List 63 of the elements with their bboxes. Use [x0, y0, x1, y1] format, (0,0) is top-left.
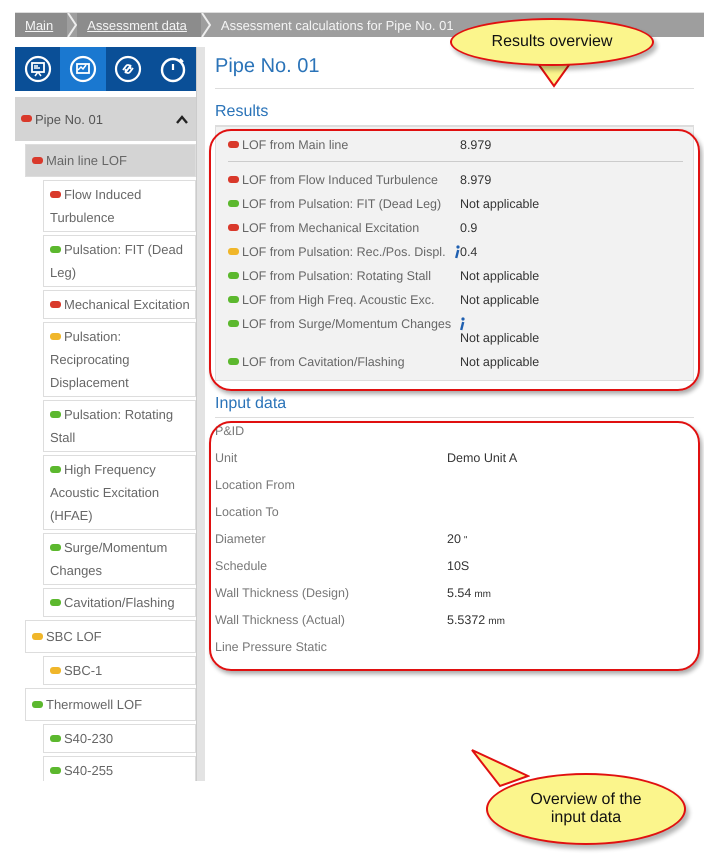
field-label: Unit	[215, 451, 238, 465]
result-value: Not applicable	[460, 269, 540, 283]
result-label: LOF from Main line	[242, 138, 348, 152]
tree-item[interactable]: Pulsation: FIT (Dead Leg)	[43, 235, 196, 287]
field-value: Demo Unit A	[447, 451, 518, 465]
link-icon	[114, 55, 142, 83]
field-value: 10S	[447, 559, 470, 573]
field-value: 5.5372 mm	[447, 613, 505, 627]
result-label: LOF from Pulsation: Rotating Stall	[242, 269, 431, 283]
tree-item[interactable]: SBC-1	[43, 656, 196, 685]
info-icon[interactable]	[459, 317, 466, 331]
tree-item[interactable]: Mechanical Excitation	[43, 290, 196, 319]
callout-tail	[470, 748, 530, 788]
field-label: Location To	[215, 505, 280, 519]
result-label: LOF from Surge/Momentum Changes	[242, 317, 452, 331]
breadcrumb-link[interactable]: Assessment data	[77, 13, 201, 37]
result-value: Not applicable	[460, 355, 540, 369]
result-label: LOF from Cavitation/Flashing	[242, 355, 405, 369]
result-value: Not applicable	[460, 293, 540, 307]
result-label: LOF from Pulsation: FIT (Dead Leg)	[242, 197, 442, 211]
tree-item[interactable]: Cavitation/Flashing	[43, 588, 196, 617]
breadcrumb-link[interactable]: Main	[15, 13, 68, 37]
field-label: Line Pressure Static	[215, 640, 328, 654]
tree-item[interactable]: Main line LOF	[25, 144, 196, 177]
tree-item[interactable]: Pulsation: Rotating Stall	[43, 400, 196, 452]
tree-item[interactable]: Thermowell LOF	[25, 688, 196, 721]
tree-item[interactable]: Surge/Momentum Changes	[43, 533, 196, 585]
scrollbar[interactable]	[196, 47, 205, 781]
tree-root[interactable]: Pipe No. 01	[15, 97, 196, 141]
tree-root-label: Pipe No. 01	[35, 112, 104, 126]
info-icon[interactable]	[454, 245, 460, 259]
result-label: LOF from Mechanical Excitation	[242, 221, 420, 235]
result-value: Not applicable	[460, 197, 540, 211]
tree-item[interactable]: SBC LOF	[25, 620, 196, 653]
result-value: 0.4	[460, 245, 478, 259]
section-heading: Input data	[215, 381, 694, 418]
field-label: Location From	[215, 478, 296, 492]
chart-icon	[68, 55, 97, 83]
field-label: Diameter	[215, 532, 267, 546]
result-value: Not applicable	[460, 331, 540, 345]
result-label: LOF from Flow Induced Turbulence	[242, 173, 438, 187]
tree-item[interactable]: Flow Induced Turbulence	[43, 180, 196, 232]
field-label: Wall Thickness (Design)	[215, 586, 350, 600]
caret-up-icon[interactable]	[176, 114, 188, 124]
tree-item[interactable]: Pulsation: Reciprocating Displacement	[43, 322, 196, 397]
chevron-icon	[200, 13, 211, 37]
toolbar-tab[interactable]	[60, 47, 106, 91]
result-value: 0.9	[460, 221, 478, 235]
result-value: 8.979	[460, 138, 492, 152]
tree-item[interactable]: S40-230	[43, 724, 196, 753]
tree-item[interactable]: S40-255	[43, 756, 196, 781]
field-label: Schedule	[215, 559, 268, 573]
result-label: LOF from High Freq. Acoustic Exc.	[242, 293, 434, 307]
tree-item[interactable]: High Frequency Acoustic Excitation (HFAE)	[43, 455, 196, 530]
field-label: Wall Thickness (Actual)	[215, 613, 346, 627]
field-value: 20 "	[447, 532, 468, 546]
field-label: P&ID	[215, 424, 246, 438]
presentation-icon	[24, 55, 52, 83]
stopwatch-icon	[159, 55, 188, 83]
result-label: LOF from Pulsation: Rec./Pos. Displ.	[242, 245, 446, 259]
field-value: 5.54 mm	[447, 586, 492, 600]
result-value: 8.979	[460, 173, 492, 187]
chevron-icon	[67, 13, 78, 37]
